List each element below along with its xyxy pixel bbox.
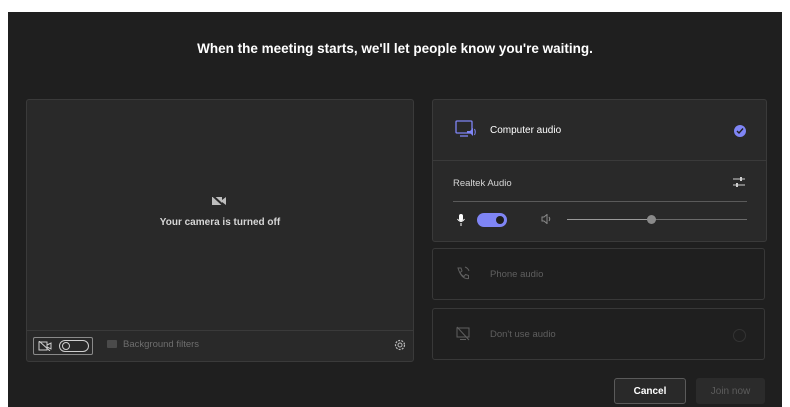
mic-toggle-knob bbox=[496, 216, 504, 224]
page-title: When the meeting starts, we'll let peopl… bbox=[197, 41, 593, 56]
sliders-icon[interactable] bbox=[732, 175, 746, 189]
join-now-button[interactable]: Join now bbox=[696, 378, 765, 404]
background-filters-label: Background filters bbox=[123, 339, 200, 350]
background-filters-icon bbox=[107, 340, 117, 348]
audio-device-select[interactable]: Realtek Audio bbox=[453, 178, 512, 189]
computer-audio-label: Computer audio bbox=[490, 125, 562, 136]
camera-off-small-icon bbox=[38, 341, 52, 351]
camera-status-text: Your camera is turned off bbox=[159, 217, 281, 228]
phone-icon bbox=[457, 266, 470, 280]
volume-slider-fill bbox=[567, 219, 652, 220]
video-toolbar: Background filters bbox=[27, 330, 413, 361]
camera-toggle-knob bbox=[62, 342, 70, 350]
check-icon bbox=[734, 125, 746, 137]
no-audio-label: Don't use audio bbox=[490, 329, 556, 340]
cancel-button[interactable]: Cancel bbox=[614, 378, 686, 404]
phone-audio-option[interactable]: Phone audio bbox=[432, 248, 765, 300]
camera-toggle-group[interactable] bbox=[33, 337, 93, 355]
phone-audio-label: Phone audio bbox=[490, 269, 544, 280]
computer-audio-icon bbox=[455, 120, 476, 137]
video-preview: Your camera is turned off Background fil… bbox=[26, 99, 414, 362]
computer-audio-card[interactable]: Computer audio Realtek Audio bbox=[432, 99, 767, 242]
no-audio-radio[interactable] bbox=[733, 329, 746, 342]
gear-icon[interactable] bbox=[393, 338, 407, 352]
mic-toggle[interactable] bbox=[477, 213, 507, 227]
prejoin-screen: When the meeting starts, we'll let peopl… bbox=[8, 12, 782, 407]
no-audio-icon bbox=[456, 326, 470, 341]
camera-toggle[interactable] bbox=[59, 340, 89, 352]
background-filters-button[interactable]: Background filters bbox=[107, 339, 199, 350]
device-divider bbox=[453, 201, 747, 202]
volume-slider-thumb[interactable] bbox=[647, 215, 657, 224]
no-audio-option[interactable]: Don't use audio bbox=[432, 308, 765, 360]
camera-off-icon bbox=[211, 195, 226, 207]
mic-icon bbox=[457, 214, 465, 226]
speaker-icon bbox=[541, 214, 551, 224]
computer-audio-option[interactable]: Computer audio bbox=[433, 100, 766, 161]
